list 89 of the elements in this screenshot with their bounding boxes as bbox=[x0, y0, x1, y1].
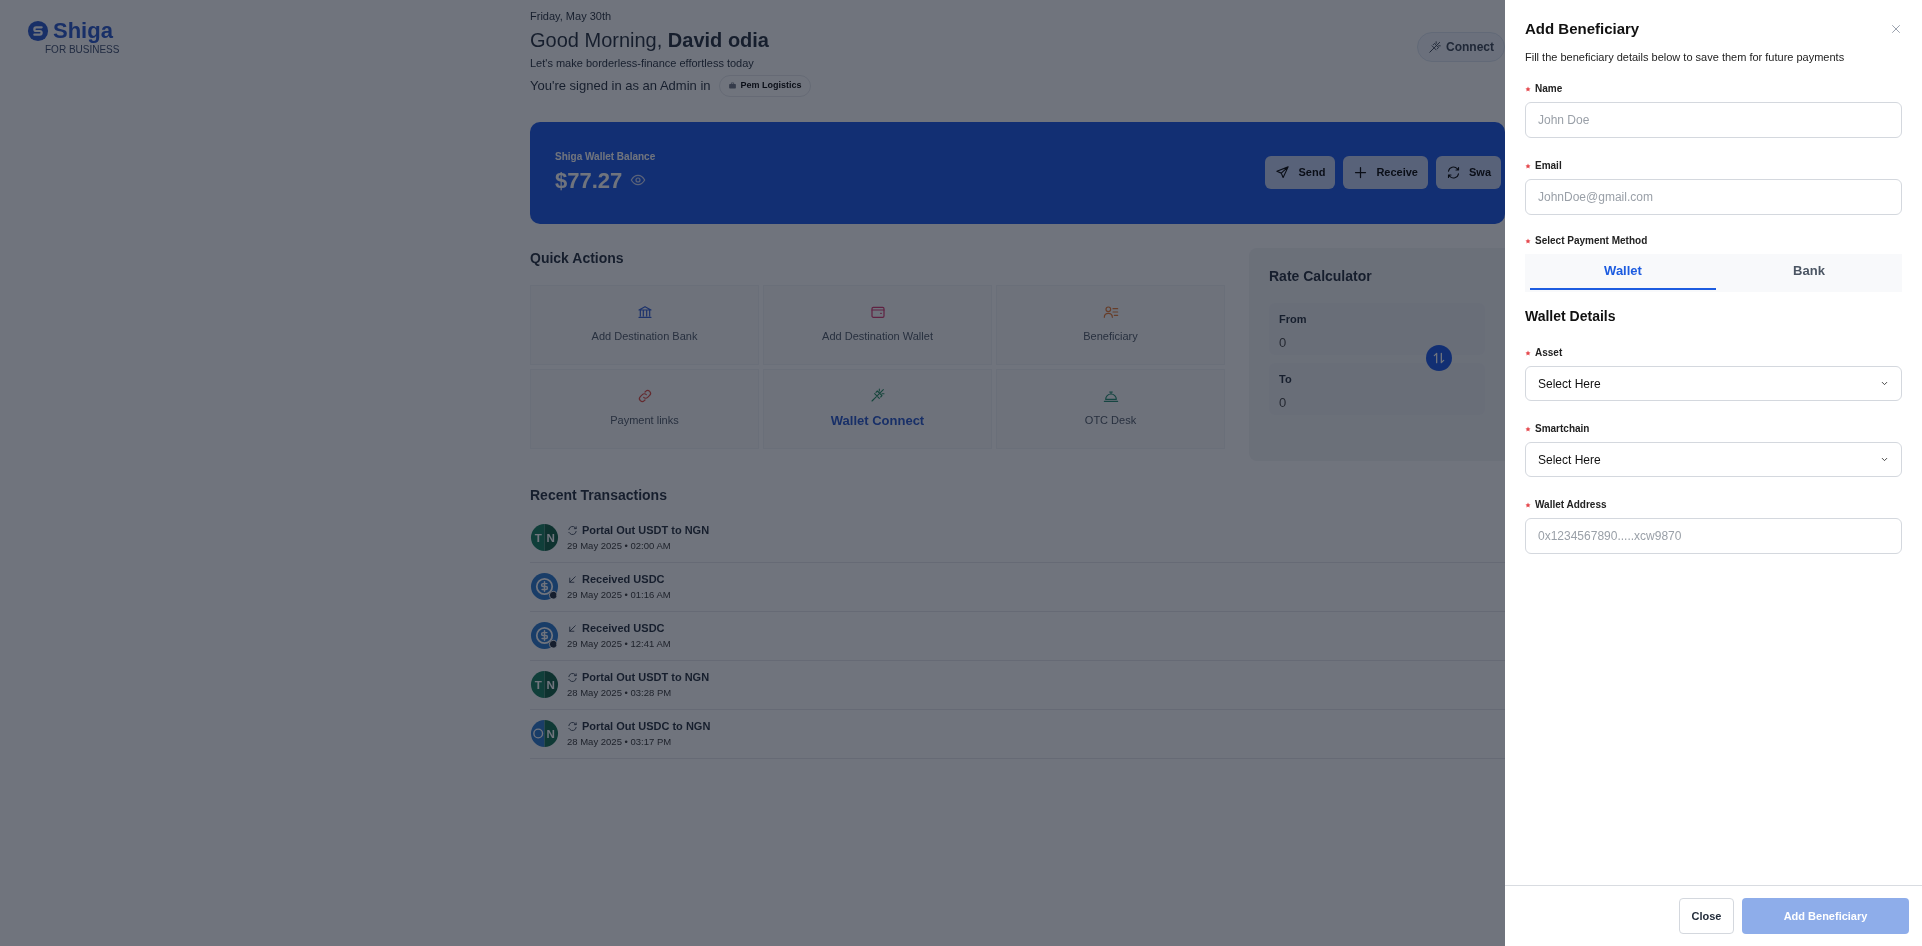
brand-tagline: FOR BUSINESS bbox=[45, 43, 121, 57]
section-title: Quick Actions bbox=[530, 248, 625, 268]
send-icon bbox=[1275, 165, 1291, 180]
section-title: Wallet Details bbox=[1525, 307, 1617, 326]
quick-action-tile[interactable]: Add Destination Bank bbox=[530, 284, 759, 365]
arrow-down-left-icon bbox=[567, 573, 578, 585]
organization-chip[interactable]: Pem Logistics bbox=[718, 75, 811, 97]
bank-icon bbox=[636, 304, 653, 321]
chevron-down-icon bbox=[1880, 455, 1889, 464]
field-value: 0 bbox=[1279, 334, 1288, 352]
tile-label: Add Destination Bank bbox=[591, 329, 698, 345]
payment-method-tab[interactable]: Bank bbox=[1716, 254, 1902, 290]
close-icon bbox=[1890, 23, 1902, 36]
close-button[interactable]: Close bbox=[1679, 898, 1734, 934]
tile-label: OTC Desk bbox=[1084, 413, 1137, 429]
refresh-icon bbox=[567, 524, 578, 536]
refresh-icon bbox=[567, 671, 578, 683]
quick-action-tile[interactable]: Beneficiary bbox=[996, 284, 1225, 365]
payment-method-tab[interactable]: Wallet bbox=[1530, 254, 1716, 290]
logo-icon bbox=[27, 20, 49, 42]
coin-avatar bbox=[530, 621, 559, 650]
tile-label: Payment links bbox=[610, 413, 679, 429]
field-label: Select Payment Method bbox=[1535, 234, 1648, 248]
transaction-row[interactable]: T N Portal Out USDT to NGN 29 May 2025 • 02:00 AM bbox=[530, 513, 1505, 563]
eye-icon bbox=[630, 172, 647, 188]
transaction-date: 28 May 2025 • 03:28 PM bbox=[567, 685, 673, 700]
subtitle-text: Let's make borderless-finance effortless today bbox=[530, 55, 755, 71]
briefcase-icon bbox=[727, 81, 737, 91]
transaction-date: 29 May 2025 • 01:16 AM bbox=[567, 587, 671, 602]
service-bell-icon bbox=[1102, 388, 1119, 405]
brand-name: Shiga bbox=[53, 20, 113, 42]
select-field[interactable]: Select Here bbox=[1525, 366, 1902, 401]
quick-action-tile[interactable]: Payment links bbox=[530, 368, 759, 449]
field-value: 0 bbox=[1279, 394, 1288, 412]
drawer-subtitle: Fill the beneficiary details below to save them for future payments bbox=[1525, 49, 1846, 65]
field-label: Asset bbox=[1535, 346, 1563, 360]
card-title: Rate Calculator bbox=[1269, 266, 1373, 286]
wallet-icon bbox=[869, 304, 886, 321]
transaction-title: Portal Out USDT to NGN bbox=[582, 523, 710, 539]
input-field[interactable]: John Doe bbox=[1525, 102, 1902, 138]
quick-action-tile[interactable]: Add Destination Wallet bbox=[763, 284, 992, 365]
close-button[interactable] bbox=[1890, 23, 1902, 36]
coin-avatar bbox=[530, 572, 559, 601]
send-button[interactable]: Send bbox=[1265, 156, 1336, 189]
transaction-row[interactable]: T N Portal Out USDT to NGN 28 May 2025 • 03:28 PM bbox=[530, 660, 1505, 710]
transaction-date: 29 May 2025 • 02:00 AM bbox=[567, 538, 672, 553]
balance-label: Shiga Wallet Balance bbox=[555, 149, 656, 164]
connect-wallet-button[interactable]: Connect bbox=[1417, 32, 1505, 62]
field-label: To bbox=[1279, 371, 1293, 387]
link-icon bbox=[636, 388, 653, 405]
select-field[interactable]: Select Here bbox=[1525, 442, 1902, 477]
field-label: From bbox=[1279, 311, 1308, 327]
quick-action-tile[interactable]: Wallet Connect bbox=[763, 368, 992, 449]
transaction-row[interactable]: N Portal Out USDC to NGN 28 May 2025 • 03:17 PM bbox=[530, 709, 1505, 759]
transaction-title: Received USDC bbox=[582, 621, 665, 637]
receive-button[interactable]: Receive bbox=[1343, 156, 1428, 189]
tile-label: Wallet Connect bbox=[830, 411, 925, 430]
arrow-down-left-icon bbox=[567, 622, 578, 634]
date-text: Friday, May 30th bbox=[530, 9, 613, 24]
tile-label: Add Destination Wallet bbox=[822, 329, 933, 345]
chevron-down-icon bbox=[1880, 379, 1889, 388]
up-down-arrows-icon bbox=[1432, 350, 1446, 365]
transaction-date: 29 May 2025 • 12:41 AM bbox=[567, 636, 671, 651]
field-label: Email bbox=[1535, 159, 1562, 173]
transaction-row[interactable]: Received USDC 29 May 2025 • 01:16 AM bbox=[530, 562, 1505, 612]
field-label: Smartchain bbox=[1535, 422, 1590, 436]
tile-label: Beneficiary bbox=[1083, 329, 1138, 345]
transaction-row[interactable]: Received USDC 29 May 2025 • 12:41 AM bbox=[530, 611, 1505, 661]
swap-button[interactable]: Swa bbox=[1436, 156, 1501, 189]
input-field[interactable]: 0x1234567890.....xcw9870 bbox=[1525, 518, 1902, 554]
transaction-title: Received USDC bbox=[582, 572, 665, 588]
field-label: Name bbox=[1535, 82, 1563, 96]
greeting-text: Good Morning, David odia bbox=[530, 27, 770, 53]
section-title: Recent Transactions bbox=[530, 485, 668, 505]
transaction-title: Portal Out USDT to NGN bbox=[582, 670, 710, 686]
plug-icon bbox=[1428, 40, 1442, 54]
transaction-title: Portal Out USDC to NGN bbox=[582, 719, 711, 735]
person-list-icon bbox=[1102, 304, 1119, 321]
balance-amount: $77.27 bbox=[555, 166, 623, 195]
plug-icon bbox=[869, 386, 886, 403]
signed-in-text: You're signed in as an Admin in bbox=[530, 77, 711, 95]
drawer-title: Add Beneficiary bbox=[1525, 19, 1640, 39]
refresh-icon bbox=[1446, 165, 1461, 180]
field-label: Wallet Address bbox=[1535, 498, 1607, 512]
quick-action-tile[interactable]: OTC Desk bbox=[996, 368, 1225, 449]
transaction-date: 28 May 2025 • 03:17 PM bbox=[567, 734, 673, 749]
refresh-icon bbox=[567, 720, 578, 732]
plus-icon bbox=[1353, 165, 1369, 180]
input-field[interactable]: JohnDoe@gmail.com bbox=[1525, 179, 1902, 215]
